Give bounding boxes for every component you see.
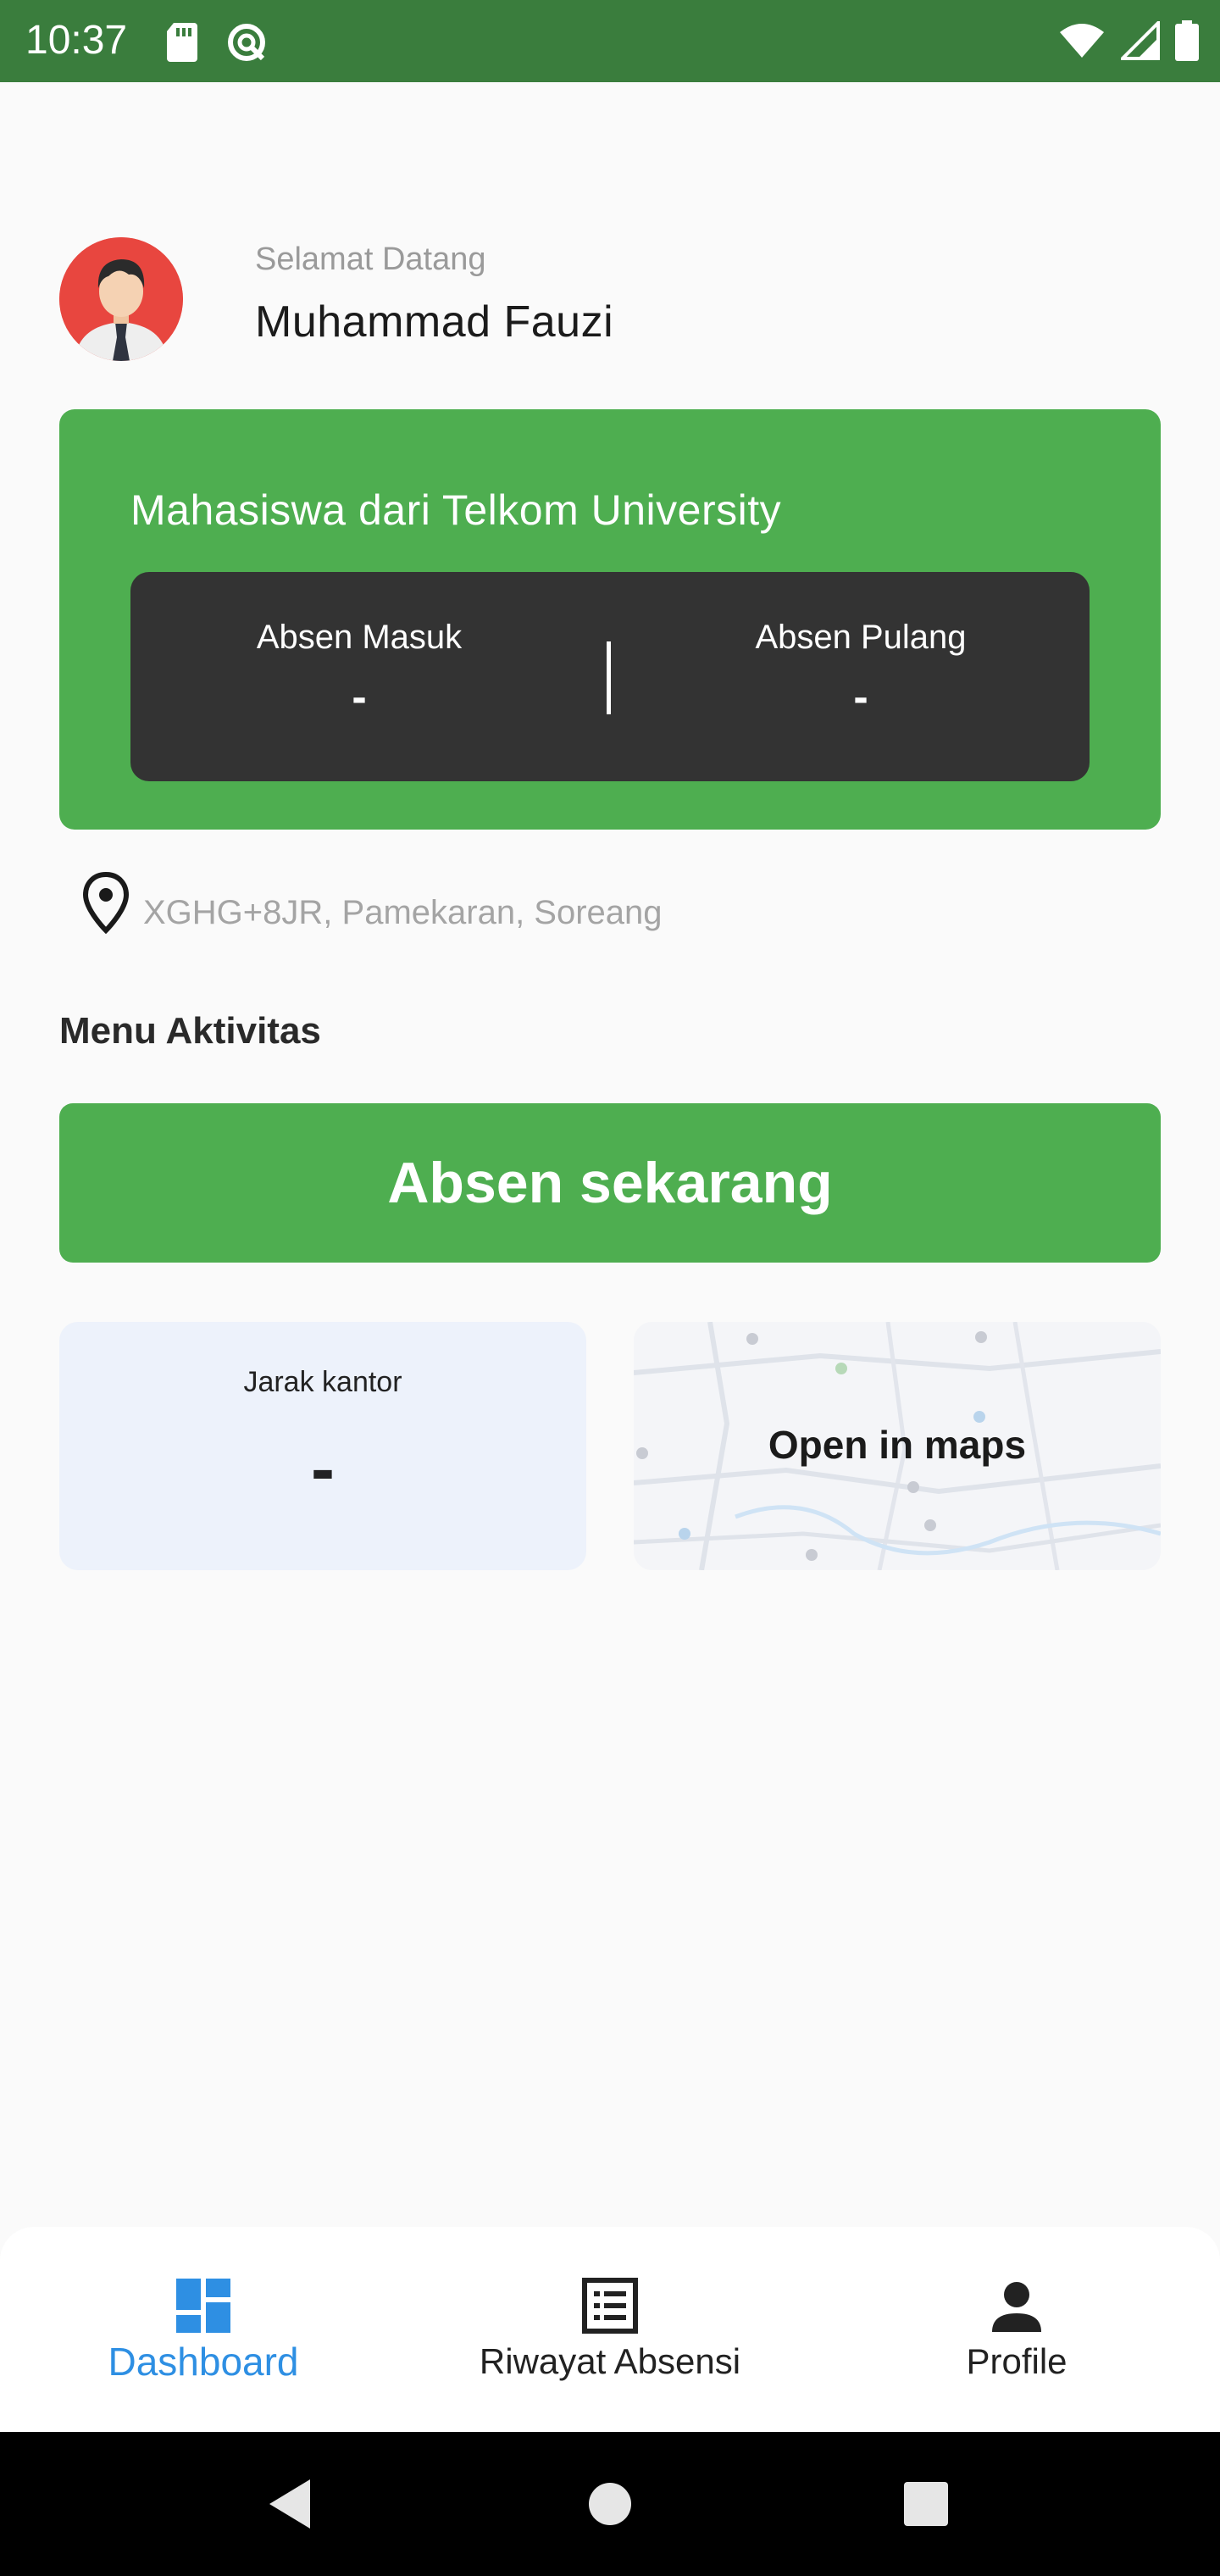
check-out-value: - [853,673,868,722]
battery-icon [1175,20,1199,61]
location-text: XGHG+8JR, Pamekaran, Soreang [143,894,663,931]
attendance-status-card: Mahasiswa dari Telkom University Absen M… [59,409,1161,830]
distance-value: - [311,1429,335,1508]
user-name: Muhammad Fauzi [255,297,614,347]
map-pin-icon [82,871,130,934]
recents-icon[interactable] [890,2468,962,2540]
user-avatar-icon [59,237,183,361]
section-title: Menu Aktivitas [59,1010,321,1052]
divider [607,641,611,714]
nav-label-dashboard: Dashboard [108,2340,299,2384]
sync-icon [228,24,265,61]
nav-label-riwayat-absensi: Riwayat Absensi [479,2341,741,2381]
check-out-label: Absen Pulang [755,619,967,656]
status-bar: 10:37 [0,0,1220,82]
office-distance-tile: Jarak kantor - [59,1322,586,1570]
open-in-maps-tile[interactable]: Open in maps [634,1322,1161,1570]
open-in-maps-label: Open in maps [768,1423,1027,1467]
check-in-label: Absen Masuk [256,619,463,656]
signal-icon [1121,21,1160,60]
status-time: 10:37 [25,18,128,63]
bottom-navigation: Dashboard Riwayat Absensi Profile [0,2227,1220,2432]
dashboard-icon [176,2279,230,2333]
back-icon[interactable] [254,2468,327,2540]
list-icon [582,2278,638,2334]
check-in-value: - [352,673,367,722]
nav-label-profile: Profile [966,2341,1068,2381]
system-navigation-bar [0,2432,1220,2576]
sd-card-icon [167,23,197,62]
home-icon[interactable] [574,2468,646,2540]
card-title: Mahasiswa dari Telkom University [130,486,782,534]
check-in-now-button[interactable]: Absen sekarang [59,1103,1161,1263]
wifi-icon [1060,24,1104,58]
distance-label: Jarak kantor [243,1366,402,1398]
check-in-column: Absen Masuk - [130,572,588,781]
nav-item-riwayat-absensi[interactable]: Riwayat Absensi [407,2227,813,2432]
status-right-icons [1058,20,1199,61]
welcome-text: Selamat Datang [255,242,486,277]
attendance-summary: Absen Masuk - Absen Pulang - [130,572,1090,781]
person-icon [992,2282,1041,2332]
nav-item-dashboard[interactable]: Dashboard [0,2227,407,2432]
avatar [59,237,183,361]
nav-item-profile[interactable]: Profile [813,2227,1220,2432]
check-out-column: Absen Pulang - [632,572,1090,781]
